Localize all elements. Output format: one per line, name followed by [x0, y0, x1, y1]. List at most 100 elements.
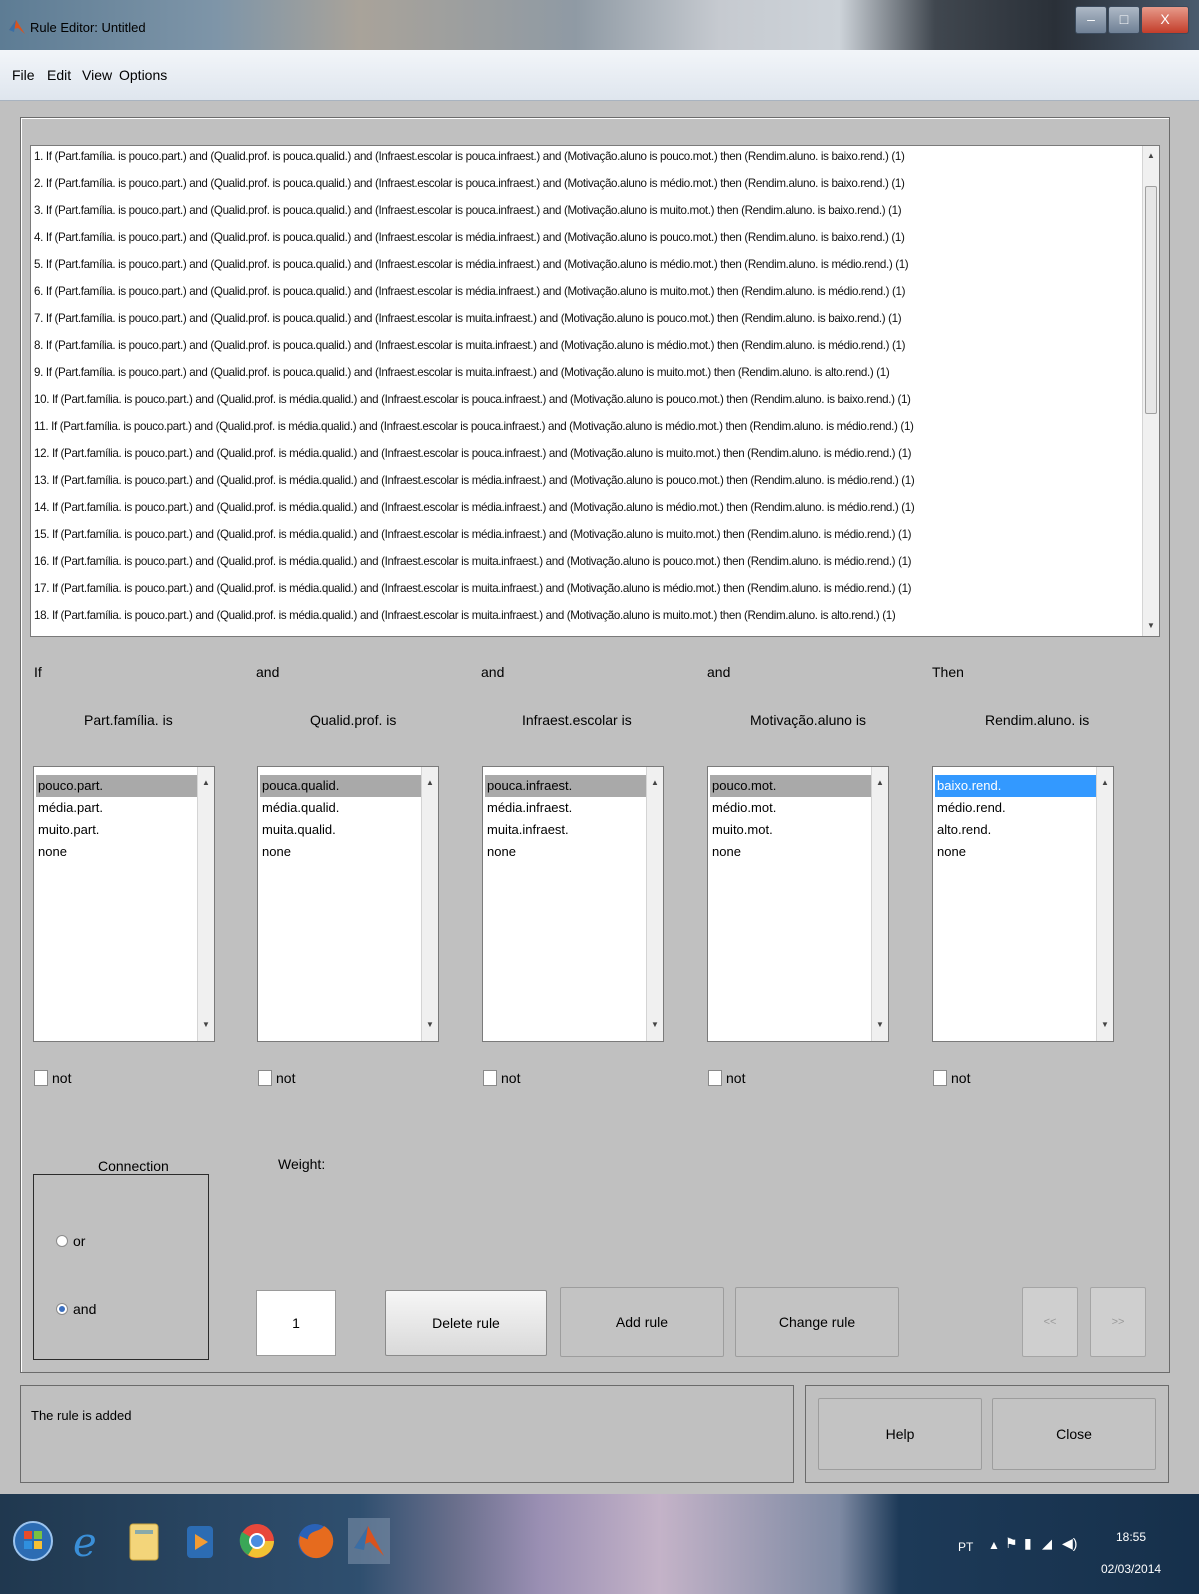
scroll-down-icon[interactable]: ▼	[1097, 1017, 1113, 1033]
power-icon[interactable]: ▮	[1024, 1535, 1032, 1552]
add-rule-button[interactable]: Add rule	[560, 1287, 724, 1357]
rule-row[interactable]: 10. If (Part.família. is pouco.part.) an…	[34, 393, 911, 406]
language-indicator[interactable]: PT	[958, 1540, 973, 1554]
rule-row[interactable]: 18. If (Part.família. is pouco.part.) an…	[34, 609, 896, 622]
part-familia-listbox[interactable]: pouco.part. média.part. muito.part. none…	[33, 766, 215, 1042]
checkbox-box[interactable]	[258, 1070, 272, 1086]
list-option[interactable]: muito.mot.	[710, 819, 878, 841]
rule-row[interactable]: 6. If (Part.família. is pouco.part.) and…	[34, 285, 905, 298]
list-option[interactable]: médio.mot.	[710, 797, 878, 819]
list-option[interactable]: muito.part.	[36, 819, 204, 841]
action-center-flag-icon[interactable]: ⚑	[1005, 1535, 1018, 1552]
list-option[interactable]: pouco.mot.	[710, 775, 878, 797]
list-option[interactable]: pouco.part.	[36, 775, 204, 797]
rule-row[interactable]: 8. If (Part.família. is pouco.part.) and…	[34, 339, 905, 352]
list-option[interactable]: none	[485, 841, 653, 863]
checkbox-box[interactable]	[708, 1070, 722, 1086]
infraest-escolar-listbox[interactable]: pouca.infraest. média.infraest. muita.in…	[482, 766, 664, 1042]
scroll-up-icon[interactable]: ▲	[198, 775, 214, 791]
weight-input[interactable]: 1	[256, 1290, 336, 1356]
chrome-icon[interactable]	[236, 1518, 278, 1564]
minimize-button[interactable]: –	[1075, 6, 1107, 34]
menu-options[interactable]: Options	[119, 67, 167, 83]
list-option[interactable]: none	[36, 841, 204, 863]
scroll-down-icon[interactable]: ▼	[198, 1017, 214, 1033]
internet-explorer-icon[interactable]: e	[66, 1518, 108, 1564]
rules-listbox[interactable]: 1. If (Part.família. is pouco.part.) and…	[30, 145, 1160, 637]
clock-date[interactable]: 02/03/2014	[1101, 1562, 1161, 1576]
scroll-down-icon[interactable]: ▼	[872, 1017, 888, 1033]
not-checkbox[interactable]: not	[483, 1070, 520, 1086]
or-radio[interactable]: or	[56, 1233, 85, 1249]
listbox-scrollbar[interactable]: ▲ ▼	[871, 767, 888, 1041]
list-option[interactable]: none	[710, 841, 878, 863]
rule-row[interactable]: 5. If (Part.família. is pouco.part.) and…	[34, 258, 909, 271]
rule-row[interactable]: 11. If (Part.família. is pouco.part.) an…	[34, 420, 914, 433]
rule-row[interactable]: 15. If (Part.família. is pouco.part.) an…	[34, 528, 912, 541]
media-player-icon[interactable]	[180, 1518, 222, 1564]
start-button-icon[interactable]	[12, 1518, 54, 1564]
not-checkbox[interactable]: not	[708, 1070, 745, 1086]
help-button[interactable]: Help	[818, 1398, 982, 1470]
list-option[interactable]: alto.rend.	[935, 819, 1103, 841]
menu-view[interactable]: View	[82, 67, 112, 83]
close-window-button[interactable]: X	[1141, 6, 1189, 34]
list-option[interactable]: média.infraest.	[485, 797, 653, 819]
scroll-up-icon[interactable]: ▲	[872, 775, 888, 791]
radio-dot[interactable]	[56, 1235, 68, 1247]
matlab-taskbar-icon[interactable]	[348, 1518, 390, 1564]
scroll-up-icon[interactable]: ▲	[1097, 775, 1113, 791]
menu-edit[interactable]: Edit	[47, 67, 71, 83]
rules-scrollbar[interactable]: ▲ ▼	[1142, 146, 1159, 636]
list-option[interactable]: médio.rend.	[935, 797, 1103, 819]
volume-icon[interactable]: ◀)	[1062, 1535, 1077, 1552]
change-rule-button[interactable]: Change rule	[735, 1287, 899, 1357]
listbox-scrollbar[interactable]: ▲ ▼	[646, 767, 663, 1041]
rule-row[interactable]: 7. If (Part.família. is pouco.part.) and…	[34, 312, 902, 325]
scroll-down-icon[interactable]: ▼	[647, 1017, 663, 1033]
close-button[interactable]: Close	[992, 1398, 1156, 1470]
rule-row[interactable]: 2. If (Part.família. is pouco.part.) and…	[34, 177, 905, 190]
not-checkbox[interactable]: not	[933, 1070, 970, 1086]
rule-row[interactable]: 13. If (Part.família. is pouco.part.) an…	[34, 474, 915, 487]
rule-row[interactable]: 12. If (Part.família. is pouco.part.) an…	[34, 447, 912, 460]
motivacao-aluno-listbox[interactable]: pouco.mot. médio.mot. muito.mot. none ▲ …	[707, 766, 889, 1042]
scroll-up-icon[interactable]: ▲	[422, 775, 438, 791]
rule-row[interactable]: 17. If (Part.família. is pouco.part.) an…	[34, 582, 912, 595]
listbox-scrollbar[interactable]: ▲ ▼	[421, 767, 438, 1041]
show-hidden-icons-icon[interactable]: ▲	[988, 1538, 1000, 1552]
list-option[interactable]: baixo.rend.	[935, 775, 1103, 797]
menu-file[interactable]: File	[12, 67, 35, 83]
list-option[interactable]: pouca.infraest.	[485, 775, 653, 797]
checkbox-box[interactable]	[933, 1070, 947, 1086]
delete-rule-button[interactable]: Delete rule	[385, 1290, 547, 1356]
scroll-down-icon[interactable]: ▼	[1143, 618, 1159, 634]
not-checkbox[interactable]: not	[258, 1070, 295, 1086]
list-option[interactable]: muita.infraest.	[485, 819, 653, 841]
not-checkbox[interactable]: not	[34, 1070, 71, 1086]
rule-row[interactable]: 3. If (Part.família. is pouco.part.) and…	[34, 204, 902, 217]
list-option[interactable]: none	[935, 841, 1103, 863]
scroll-up-icon[interactable]: ▲	[647, 775, 663, 791]
scroll-thumb[interactable]	[1145, 186, 1157, 414]
clock-time[interactable]: 18:55	[1116, 1530, 1146, 1544]
listbox-scrollbar[interactable]: ▲ ▼	[1096, 767, 1113, 1041]
scroll-up-icon[interactable]: ▲	[1143, 148, 1159, 164]
checkbox-box[interactable]	[34, 1070, 48, 1086]
rule-row[interactable]: 1. If (Part.família. is pouco.part.) and…	[34, 150, 905, 163]
checkbox-box[interactable]	[483, 1070, 497, 1086]
prev-rule-button[interactable]: <<	[1022, 1287, 1078, 1357]
rule-row[interactable]: 9. If (Part.família. is pouco.part.) and…	[34, 366, 890, 379]
rule-row[interactable]: 16. If (Part.família. is pouco.part.) an…	[34, 555, 912, 568]
and-radio[interactable]: and	[56, 1301, 96, 1317]
rule-row[interactable]: 4. If (Part.família. is pouco.part.) and…	[34, 231, 905, 244]
list-option[interactable]: muita.qualid.	[260, 819, 428, 841]
list-option[interactable]: média.part.	[36, 797, 204, 819]
qualid-prof-listbox[interactable]: pouca.qualid. média.qualid. muita.qualid…	[257, 766, 439, 1042]
rule-row[interactable]: 14. If (Part.família. is pouco.part.) an…	[34, 501, 915, 514]
rendim-aluno-listbox[interactable]: baixo.rend. médio.rend. alto.rend. none …	[932, 766, 1114, 1042]
next-rule-button[interactable]: >>	[1090, 1287, 1146, 1357]
list-option[interactable]: média.qualid.	[260, 797, 428, 819]
file-explorer-icon[interactable]	[124, 1518, 166, 1564]
scroll-down-icon[interactable]: ▼	[422, 1017, 438, 1033]
